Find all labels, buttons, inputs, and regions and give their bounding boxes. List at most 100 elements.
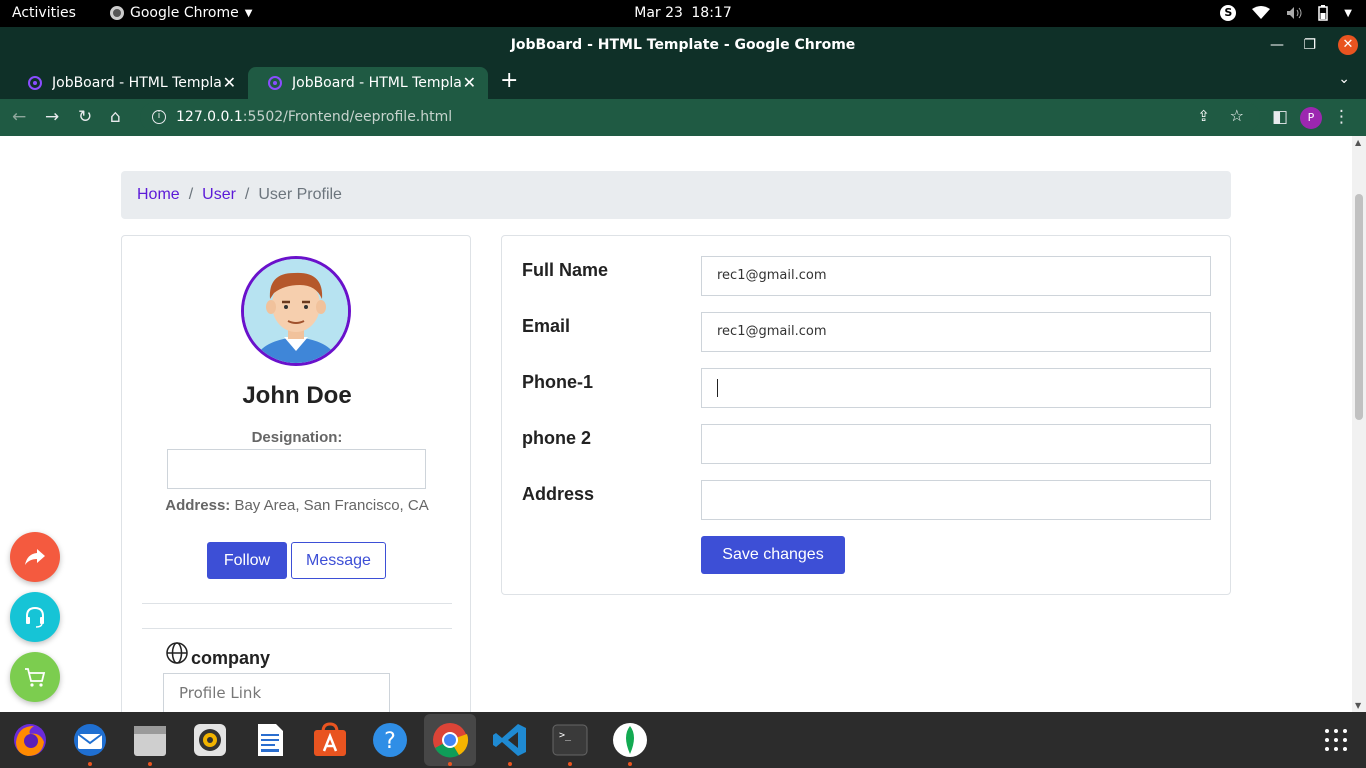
bookmark-star-icon[interactable]: ☆ [1230,106,1244,125]
message-button[interactable]: Message [291,542,386,579]
window-title: JobBoard - HTML Template - Google Chrome [510,37,856,53]
date-text: Mar 23 [634,5,683,21]
new-tab-button[interactable]: + [500,68,518,93]
tab-title: JobBoard - HTML Template [52,75,222,91]
forward-icon[interactable]: → [45,107,59,127]
tab-1[interactable]: JobBoard - HTML Template ✕ [8,67,248,99]
page-scrollbar[interactable]: ▲ ▼ [1352,136,1366,712]
share-fab[interactable] [10,532,60,582]
divider [142,603,452,604]
browser-toolbar: ← → ↻ ⌂ i 127.0.0.1:5502/Frontend/eeprof… [0,99,1366,136]
vscode-icon[interactable] [490,720,530,766]
follow-button[interactable]: Follow [207,542,287,579]
caret-down-icon: ▼ [1344,7,1352,19]
scrollbar-thumb[interactable] [1355,194,1363,420]
breadcrumb-separator: / [244,186,250,203]
close-tab-icon[interactable]: ✕ [463,73,476,92]
site-info-icon[interactable]: i [152,110,166,124]
terminal-icon[interactable]: >_ [550,720,590,766]
running-indicator [628,762,632,766]
avatar [241,256,351,366]
tab-search-icon[interactable]: ⌄ [1338,71,1350,87]
writer-icon[interactable] [250,720,290,760]
chrome-icon[interactable] [430,720,470,766]
phone1-label: Phone-1 [522,372,594,392]
system-tray[interactable]: S ▼ [1220,5,1352,21]
phone2-label: phone 2 [522,428,592,448]
globe-icon [166,642,188,664]
company-label: company [191,648,271,668]
profile-link-input[interactable]: Profile Link [163,673,390,712]
minimize-button[interactable]: — [1270,27,1284,63]
address-bar[interactable]: i 127.0.0.1:5502/Frontend/eeprofile.html… [140,102,1260,132]
home-icon[interactable]: ⌂ [110,107,121,127]
page-viewport: Home / User / User Profile John Doe Desi… [0,136,1352,712]
full-name-input[interactable]: rec1@gmail.com [701,256,1211,296]
support-fab[interactable] [10,592,60,642]
back-icon[interactable]: ← [12,107,26,127]
text-caret [717,378,718,397]
show-apps-icon[interactable] [1324,728,1348,752]
close-window-button[interactable]: ✕ [1338,35,1358,55]
breadcrumb-home[interactable]: Home [137,186,180,204]
files-icon[interactable] [130,720,170,766]
breadcrumb-user[interactable]: User [202,186,236,204]
profile-avatar[interactable]: P [1300,107,1322,129]
side-panel-icon[interactable]: ◧ [1272,107,1288,127]
close-tab-icon[interactable]: ✕ [223,73,236,92]
url-host: 127.0.0.1 [176,109,243,125]
designation-field[interactable] [167,449,426,489]
skype-icon: S [1220,5,1237,21]
wifi-icon [1252,6,1271,19]
address-input[interactable] [701,480,1211,520]
running-indicator [88,762,92,766]
address-field-label: Address [522,484,595,504]
phone1-input[interactable] [701,368,1211,408]
mongodb-compass-icon[interactable] [610,720,650,766]
divider [142,628,452,629]
save-changes-button[interactable]: Save changes [701,536,845,574]
menu-kebab-icon[interactable]: ⋮ [1333,107,1350,127]
rhythmbox-icon[interactable] [190,720,230,760]
scroll-down-icon[interactable]: ▼ [1355,701,1361,710]
thunderbird-icon[interactable] [70,720,110,766]
window-title-bar: JobBoard - HTML Template - Google Chrome… [0,27,1366,63]
edit-profile-form: Full Name rec1@gmail.com Email rec1@gmai… [501,235,1231,595]
reload-icon[interactable]: ↻ [78,107,92,127]
battery-icon [1318,5,1329,21]
volume-icon [1287,7,1302,19]
url-path: :5502/Frontend/eeprofile.html [242,109,453,125]
headset-icon [26,606,44,628]
taskbar-dock: ? >_ [0,712,1366,768]
firefox-icon[interactable] [10,720,50,760]
share-arrow-icon [25,549,45,565]
svg-text:>_: >_ [559,730,572,741]
tab-2[interactable]: JobBoard - HTML Template ✕ [248,67,488,99]
clock[interactable]: Mar 23 18:17 [0,5,1366,21]
maximize-button[interactable]: ❐ [1303,27,1316,63]
svg-text:?: ? [384,729,396,754]
app-store-icon[interactable] [310,720,350,760]
breadcrumb: Home / User / User Profile [121,171,1231,219]
scroll-up-icon[interactable]: ▲ [1355,138,1361,147]
help-icon[interactable]: ? [370,720,410,760]
full-name-label: Full Name [522,260,609,280]
share-icon[interactable]: ⇪ [1197,107,1210,125]
cart-fab[interactable] [10,652,60,702]
email-input[interactable]: rec1@gmail.com [701,312,1211,352]
time-text: 18:17 [691,5,732,21]
email-label: Email [522,316,571,336]
running-indicator [568,762,572,766]
designation-label: Designation: [251,429,343,446]
cart-icon [25,668,46,687]
tab-title: JobBoard - HTML Template [292,75,462,91]
running-indicator [508,762,512,766]
favicon-icon [28,76,42,90]
address-label: Address: [165,497,231,514]
phone2-input[interactable] [701,424,1211,464]
system-top-bar: Activities Google Chrome ▼ Mar 23 18:17 … [0,0,1366,27]
breadcrumb-current: User Profile [258,186,342,203]
favicon-icon [268,76,282,90]
breadcrumb-separator: / [188,186,194,203]
user-name: John Doe [242,382,352,409]
